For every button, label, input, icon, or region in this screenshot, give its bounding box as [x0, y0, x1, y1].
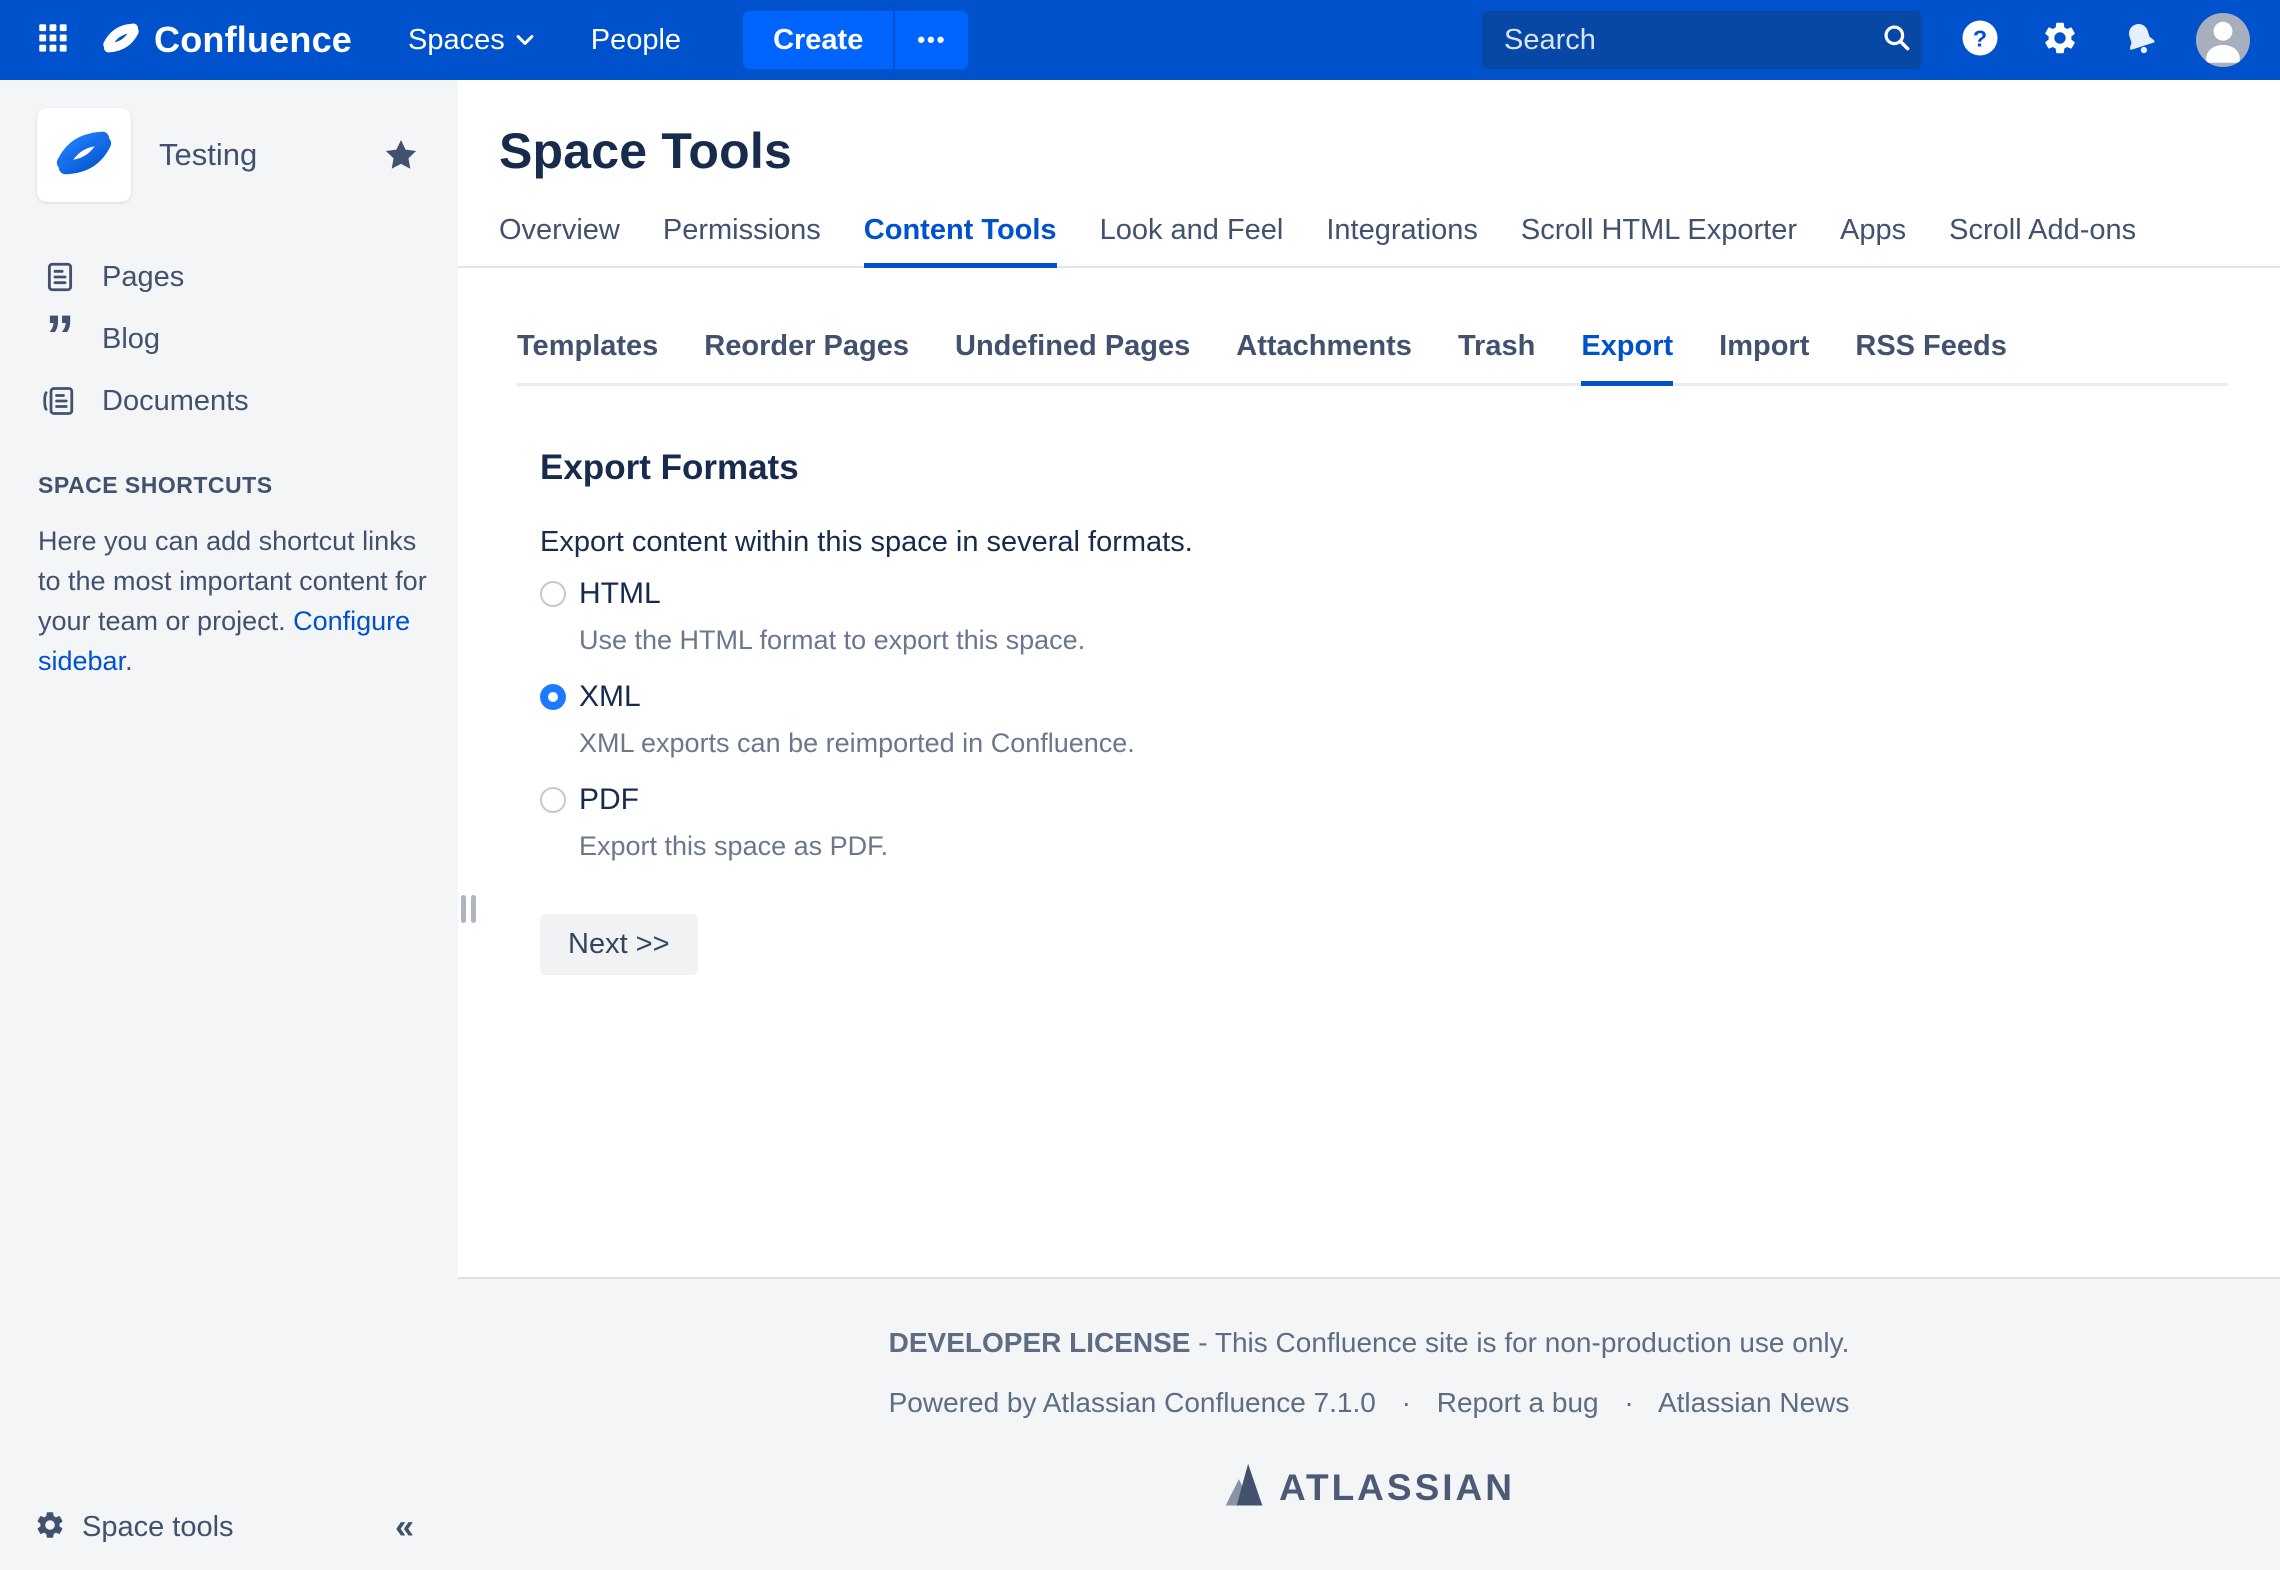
radio-row-pdf[interactable]: PDF — [540, 783, 2280, 817]
subtab-attachments[interactable]: Attachments — [1236, 330, 1412, 383]
sidebar-item-documents[interactable]: Documents — [0, 370, 458, 432]
favourite-star-icon[interactable] — [382, 136, 420, 174]
powered-by-text: Powered by Atlassian Confluence 7.1.0 — [889, 1387, 1376, 1418]
app-grid-icon — [38, 23, 68, 58]
tab-permissions[interactable]: Permissions — [663, 214, 821, 266]
tab-integrations[interactable]: Integrations — [1326, 214, 1478, 266]
subtab-reorder-pages[interactable]: Reorder Pages — [704, 330, 909, 383]
tab-scroll-html-exporter[interactable]: Scroll HTML Exporter — [1521, 214, 1797, 266]
atlassian-news-link[interactable]: Atlassian News — [1658, 1387, 1849, 1418]
nav-people-link[interactable]: People — [591, 24, 681, 57]
chevron-down-icon — [515, 32, 535, 48]
section-heading: Export Formats — [540, 448, 2280, 488]
option-description: Export this space as PDF. — [579, 831, 2280, 862]
space-name: Testing — [159, 137, 382, 173]
space-shortcuts-description: Here you can add shortcut links to the m… — [38, 521, 434, 681]
create-button-group: Create ••• — [743, 11, 968, 69]
radio-pdf[interactable] — [540, 787, 566, 813]
svg-text:?: ? — [1973, 25, 1987, 51]
space-tools-button[interactable]: Space tools — [82, 1511, 395, 1544]
notifications-button[interactable] — [2118, 18, 2162, 62]
main-content: Space Tools Overview Permissions Content… — [458, 80, 2280, 1277]
tab-apps[interactable]: Apps — [1840, 214, 1906, 266]
space-tools-tabs: Overview Permissions Content Tools Look … — [458, 214, 2280, 268]
quote-icon: ” — [40, 322, 80, 356]
sidebar-resize-handle[interactable] — [461, 895, 476, 923]
radio-xml[interactable] — [540, 684, 566, 710]
atlassian-wordmark: ATLASSIAN — [1279, 1467, 1515, 1509]
help-icon: ? — [1960, 18, 2000, 63]
option-description: Use the HTML format to export this space… — [579, 625, 2280, 656]
gear-icon — [2041, 19, 2079, 62]
subtab-export[interactable]: Export — [1581, 330, 1673, 386]
subtab-undefined-pages[interactable]: Undefined Pages — [955, 330, 1190, 383]
confluence-home-link[interactable]: Confluence — [100, 17, 352, 64]
global-search[interactable] — [1482, 11, 1922, 69]
help-button[interactable]: ? — [1958, 18, 2002, 62]
tab-content-tools[interactable]: Content Tools — [864, 214, 1057, 268]
subtab-trash[interactable]: Trash — [1458, 330, 1535, 383]
subtab-templates[interactable]: Templates — [517, 330, 658, 383]
page-title: Space Tools — [499, 122, 2280, 180]
tab-scroll-add-ons[interactable]: Scroll Add-ons — [1949, 214, 2136, 266]
create-button[interactable]: Create — [743, 11, 893, 69]
tab-look-and-feel[interactable]: Look and Feel — [1100, 214, 1284, 266]
space-tools-gear-icon — [34, 1509, 66, 1546]
page-footer: DEVELOPER LICENSE - This Confluence site… — [458, 1277, 2280, 1570]
bell-icon — [2121, 19, 2159, 62]
license-notice: DEVELOPER LICENSE - This Confluence site… — [458, 1327, 2280, 1359]
person-icon — [2196, 13, 2250, 67]
top-navigation: Confluence Spaces People Create ••• ? — [0, 0, 2280, 80]
space-shortcuts-heading: SPACE SHORTCUTS — [38, 472, 458, 499]
sidebar-item-blog[interactable]: ” Blog — [0, 308, 458, 370]
space-logo[interactable] — [37, 108, 131, 202]
search-icon[interactable] — [1881, 22, 1913, 59]
report-a-bug-link[interactable]: Report a bug — [1437, 1387, 1599, 1418]
export-formats-section: Export Formats Export content within thi… — [540, 448, 2280, 975]
subtab-import[interactable]: Import — [1719, 330, 1809, 383]
sidebar-footer: Space tools « — [0, 1484, 458, 1570]
export-option-html: HTML Use the HTML format to export this … — [540, 577, 2280, 656]
section-description: Export content within this space in seve… — [540, 526, 2280, 559]
app-name: Confluence — [154, 19, 352, 61]
subtab-rss-feeds[interactable]: RSS Feeds — [1855, 330, 2007, 383]
atlassian-logo-icon — [1223, 1463, 1265, 1512]
create-more-button[interactable]: ••• — [893, 11, 968, 69]
settings-button[interactable] — [2038, 18, 2082, 62]
space-sidebar: Testing Pages ” — [0, 80, 458, 1570]
export-option-pdf: PDF Export this space as PDF. — [540, 783, 2280, 862]
sidebar-item-pages[interactable]: Pages — [0, 246, 458, 308]
app-switcher-button[interactable] — [30, 17, 76, 63]
page-icon — [40, 260, 80, 294]
confluence-logo-icon — [100, 17, 142, 64]
confluence-space-icon — [53, 122, 115, 189]
powered-by-line: Powered by Atlassian Confluence 7.1.0 · … — [458, 1387, 2280, 1419]
collapse-sidebar-icon[interactable]: « — [395, 1508, 414, 1547]
content-tools-subtabs: Templates Reorder Pages Undefined Pages … — [517, 330, 2228, 386]
space-header: Testing — [0, 108, 458, 202]
next-button[interactable]: Next >> — [540, 914, 698, 975]
nav-spaces-menu[interactable]: Spaces — [408, 24, 535, 57]
documents-icon — [40, 383, 80, 419]
atlassian-brand: ATLASSIAN — [458, 1463, 2280, 1512]
tab-overview[interactable]: Overview — [499, 214, 620, 266]
user-avatar[interactable] — [2196, 13, 2250, 67]
search-input[interactable] — [1504, 24, 1881, 57]
export-option-xml: XML XML exports can be reimported in Con… — [540, 680, 2280, 759]
radio-row-html[interactable]: HTML — [540, 577, 2280, 611]
radio-row-xml[interactable]: XML — [540, 680, 2280, 714]
sidebar-nav: Pages ” Blog Documents — [0, 246, 458, 432]
option-description: XML exports can be reimported in Conflue… — [579, 728, 2280, 759]
radio-html[interactable] — [540, 581, 566, 607]
